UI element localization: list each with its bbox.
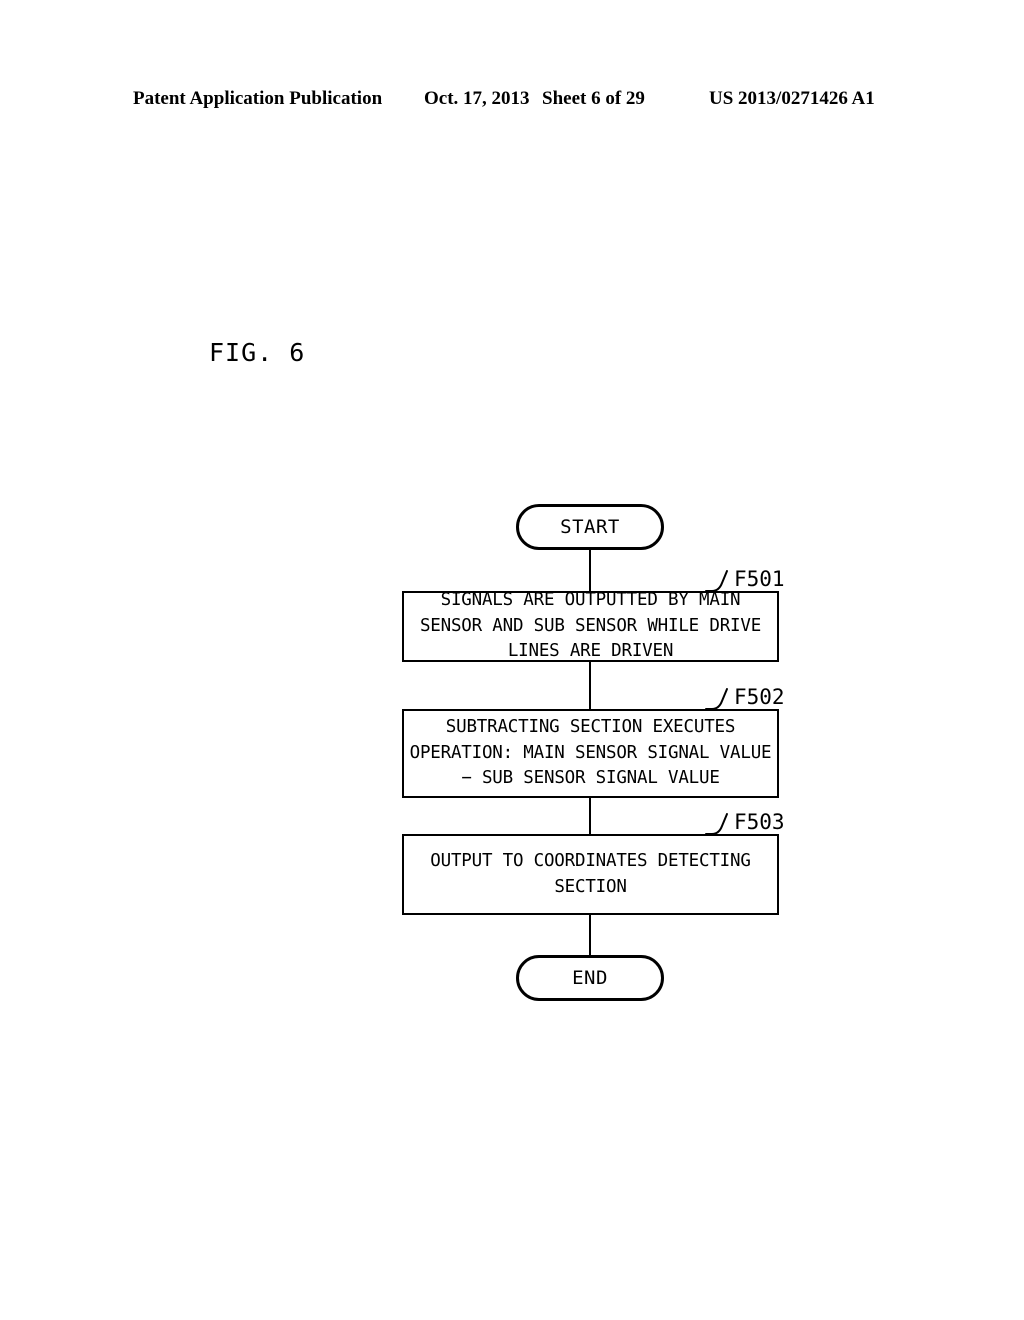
flow-node-end-label: END <box>572 966 608 989</box>
flow-node-f501: SIGNALS ARE OUTPUTTED BY MAIN SENSOR AND… <box>402 590 779 662</box>
reference-callout-f501-label: F501 <box>734 567 785 591</box>
connector-f502-to-f503 <box>589 796 591 836</box>
reference-callout-f502-label: F502 <box>734 685 785 709</box>
flow-node-f503: OUTPUT TO COORDINATES DETECTING SECTION <box>402 834 779 915</box>
reference-callout-f503-label: F503 <box>734 810 785 834</box>
connector-start-to-f501 <box>589 549 591 593</box>
flow-node-f501-label: SIGNALS ARE OUTPUTTED BY MAIN SENSOR AND… <box>419 590 762 662</box>
flow-node-f503-label: OUTPUT TO COORDINATES DETECTING SECTION <box>430 851 751 897</box>
flowchart-diagram: START SIGNALS ARE OUTPUTTED BY MAIN SENS… <box>0 0 1024 1320</box>
flow-node-start: START <box>516 504 664 550</box>
flow-node-f502-label: SUBTRACTING SECTION EXECUTES OPERATION: … <box>409 717 772 789</box>
flow-node-end: END <box>516 955 664 1001</box>
connector-f503-to-end <box>589 913 591 957</box>
flow-node-f502: SUBTRACTING SECTION EXECUTES OPERATION: … <box>402 709 779 798</box>
flow-node-start-label: START <box>560 515 620 538</box>
connector-f501-to-f502 <box>589 660 591 711</box>
